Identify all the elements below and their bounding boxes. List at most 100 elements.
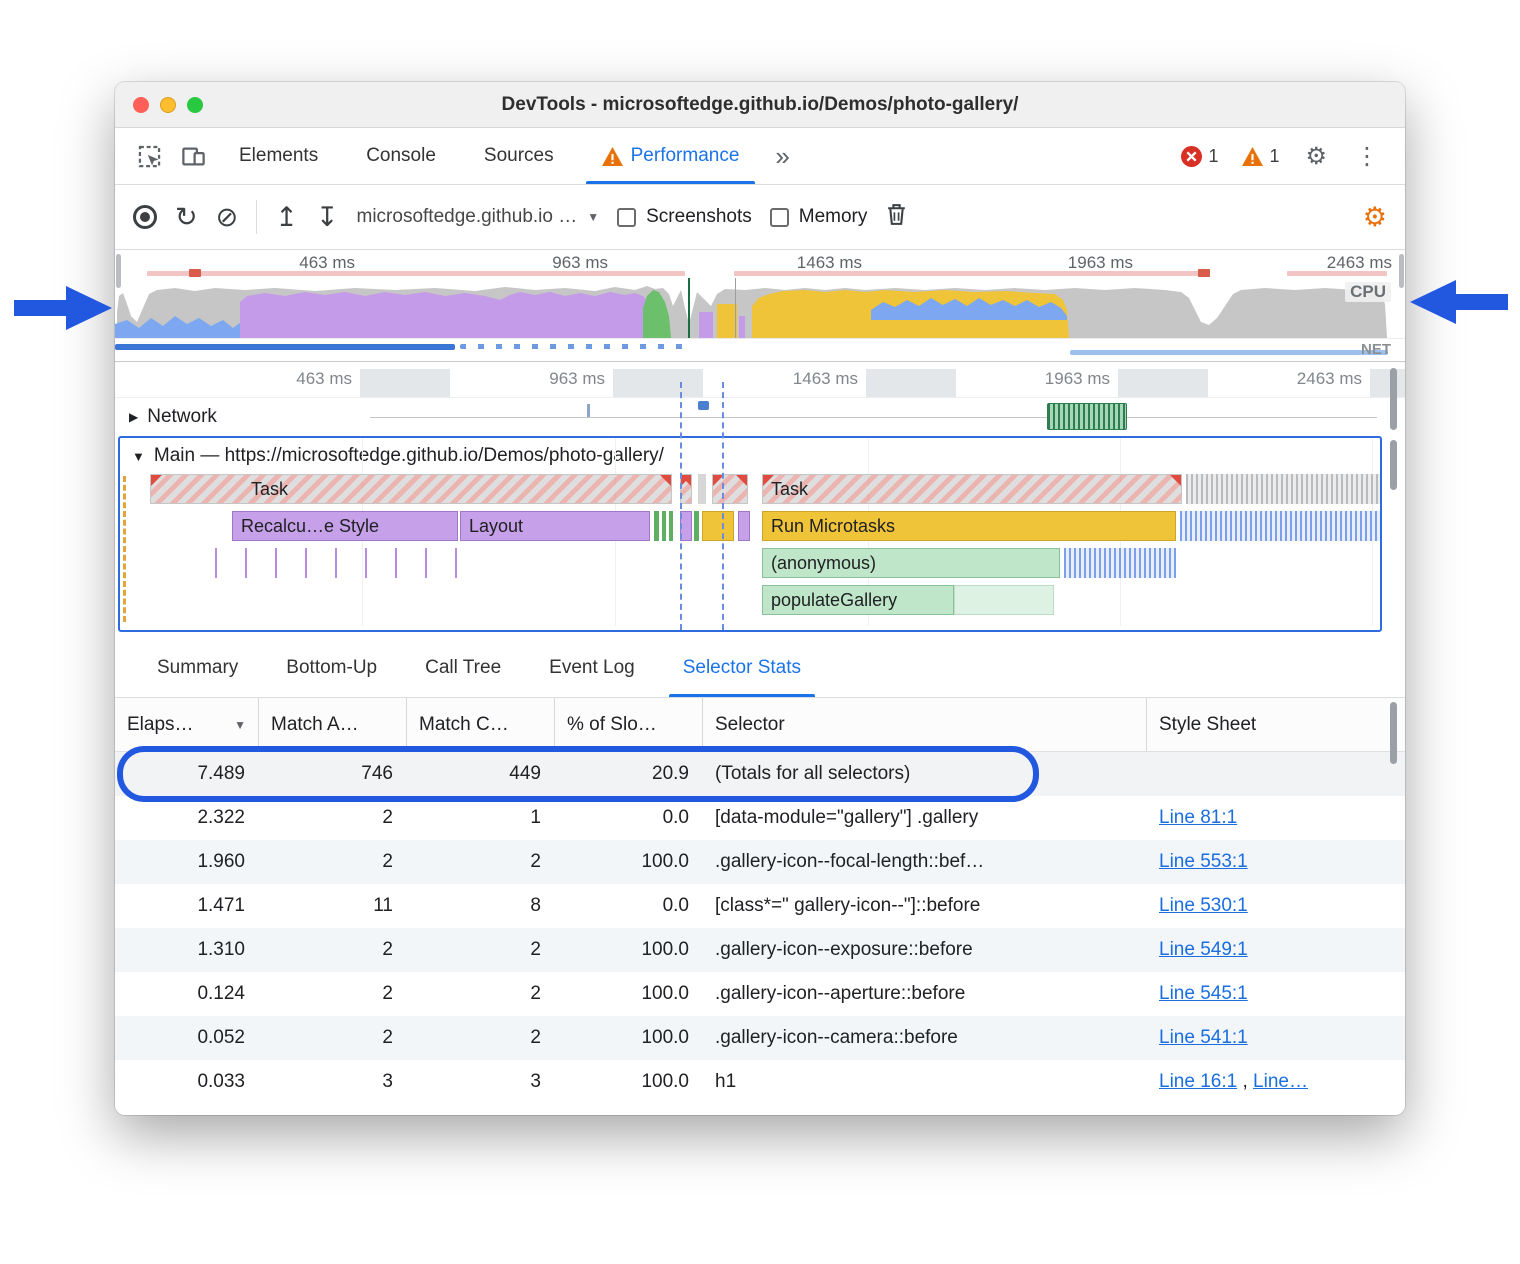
flame-bar-task[interactable]: Task (762, 474, 1182, 504)
flame-bar-anonymous[interactable]: (anonymous) (762, 548, 1060, 578)
scrollbar[interactable] (1390, 440, 1397, 490)
flame-bar[interactable] (702, 511, 734, 541)
stylesheet-link[interactable]: Line 545:1 (1159, 983, 1248, 1004)
network-expander-icon[interactable]: ▶ (129, 410, 138, 424)
column-header-style-sheet[interactable]: Style Sheet (1147, 698, 1383, 751)
flame-bar-task[interactable]: Task (150, 474, 672, 504)
tab-sources[interactable]: Sources (462, 128, 576, 184)
error-count: 1 (1208, 146, 1218, 167)
stylesheet-link[interactable]: Line 81:1 (1159, 807, 1237, 828)
network-request[interactable] (1047, 403, 1127, 430)
tab-performance[interactable]: Performance (580, 128, 762, 184)
tab-event-log[interactable]: Event Log (525, 638, 659, 697)
checkbox-box[interactable] (617, 208, 636, 227)
column-header-slow-pct[interactable]: % of Slo… (555, 698, 703, 751)
stylesheet-link[interactable]: Line 553:1 (1159, 851, 1248, 872)
close-button[interactable] (133, 97, 149, 113)
time-label: 2463 ms (1302, 253, 1392, 273)
cell-stylesheet: Line 541:1 (1147, 1027, 1383, 1049)
table-row[interactable]: 1.96022100.0.gallery-icon--focal-length:… (115, 840, 1405, 884)
network-activity-strip[interactable]: NET (115, 338, 1405, 361)
flame-bar[interactable] (662, 511, 666, 541)
tab-call-tree[interactable]: Call Tree (401, 638, 525, 697)
flame-bar[interactable] (954, 585, 1054, 615)
flame-bar[interactable] (738, 511, 750, 541)
load-profile-icon[interactable]: ↥ (275, 204, 298, 231)
cell-match-attempts: 2 (259, 1027, 407, 1049)
memory-checkbox[interactable]: Memory (770, 206, 868, 228)
column-header-selector[interactable]: Selector (703, 698, 1147, 751)
toolbar-divider (256, 200, 257, 234)
minimize-button[interactable] (160, 97, 176, 113)
stylesheet-link[interactable]: Line 541:1 (1159, 1027, 1248, 1048)
column-header-match-attempts[interactable]: Match A… (259, 698, 407, 751)
stylesheet-link[interactable]: Line… (1253, 1071, 1308, 1092)
kebab-menu-icon[interactable]: ⋮ (1343, 142, 1391, 171)
flame-bar-layout[interactable]: Layout (460, 511, 650, 541)
scrollbar[interactable] (1390, 368, 1397, 430)
main-thread-track[interactable]: ▼ Main — https://microsoftedge.github.io… (118, 436, 1382, 632)
reload-and-record-icon[interactable]: ↻ (175, 204, 198, 231)
overview-right-handle[interactable] (1399, 254, 1404, 288)
device-toolbar-icon[interactable] (173, 136, 213, 176)
timeline-overview[interactable]: 463 ms 963 ms 1463 ms 1963 ms 2463 ms (115, 250, 1405, 362)
table-row[interactable]: 0.05222100.0.gallery-icon--camera::befor… (115, 1016, 1405, 1060)
main-expander-icon[interactable]: ▼ (132, 449, 145, 464)
table-row[interactable]: 2.322210.0[data-module="gallery"] .galle… (115, 796, 1405, 840)
column-header-elapsed[interactable]: Elaps…▼ (115, 698, 259, 751)
collect-garbage-icon[interactable] (885, 202, 908, 232)
stylesheet-link[interactable]: Line 549:1 (1159, 939, 1248, 960)
time-label: 463 ms (265, 253, 355, 273)
flame-bar-populate-gallery[interactable]: populateGallery (762, 585, 954, 615)
annotation-highlight-ring (117, 746, 1039, 802)
table-row[interactable]: 1.4711180.0[class*=" gallery-icon--"]::b… (115, 884, 1405, 928)
table-row[interactable]: 0.12422100.0.gallery-icon--aperture::bef… (115, 972, 1405, 1016)
flame-bar-run-microtasks[interactable]: Run Microtasks (762, 511, 1176, 541)
scrollbar[interactable] (1390, 702, 1397, 764)
overview-left-handle[interactable] (116, 254, 121, 288)
error-badge[interactable]: 1 (1171, 146, 1228, 167)
record-button[interactable] (133, 205, 157, 229)
time-label: 1963 ms (1043, 253, 1133, 273)
save-profile-icon[interactable]: ↧ (316, 204, 339, 231)
flame-bar[interactable] (669, 511, 673, 541)
flame-bar-cluster[interactable] (1180, 511, 1382, 541)
screenshots-checkbox[interactable]: Screenshots (617, 206, 752, 228)
column-header-match-count[interactable]: Match C… (407, 698, 555, 751)
capture-settings-gear-icon[interactable]: ⚙ (1363, 202, 1387, 233)
ruler-tick (1118, 369, 1208, 397)
flame-bar-task[interactable] (712, 474, 748, 504)
zoom-button[interactable] (187, 97, 203, 113)
cell-stylesheet: Line 553:1 (1147, 851, 1383, 873)
flame-bar[interactable] (694, 511, 699, 541)
flame-bar-cluster[interactable] (1186, 474, 1382, 504)
more-tabs-icon[interactable]: » (765, 141, 799, 172)
flame-bar-cluster[interactable] (1064, 548, 1176, 578)
tab-selector-stats[interactable]: Selector Stats (659, 638, 825, 697)
tab-elements[interactable]: Elements (217, 128, 340, 184)
checkbox-box[interactable] (770, 208, 789, 227)
network-track-label: Network (147, 406, 217, 428)
flame-bar-cluster[interactable] (215, 548, 465, 578)
flame-bar[interactable] (698, 474, 706, 504)
clear-recording-icon[interactable]: ⊘ (216, 204, 239, 231)
table-row[interactable]: 0.03333100.0h1Line 16:1 , Line… (115, 1060, 1405, 1104)
settings-gear-icon[interactable]: ⚙ (1293, 142, 1339, 171)
stylesheet-link[interactable]: Line 530:1 (1159, 895, 1248, 916)
flame-chart[interactable]: Task Task Recalcu…e Style Layout Run Mic… (120, 474, 1380, 626)
tab-summary[interactable]: Summary (133, 638, 262, 697)
flame-bar[interactable] (654, 511, 659, 541)
table-row[interactable]: 1.31022100.0.gallery-icon--exposure::bef… (115, 928, 1405, 972)
stylesheet-link[interactable]: Line 16:1 (1159, 1071, 1237, 1092)
network-track[interactable]: ▶ Network (115, 398, 1405, 436)
warning-badge[interactable]: 1 (1232, 146, 1289, 167)
tab-bottom-up[interactable]: Bottom-Up (262, 638, 401, 697)
net-label: NET (1361, 341, 1391, 358)
profile-select[interactable]: microsoftedge.github.io … ▼ (357, 206, 600, 228)
inspect-element-icon[interactable] (129, 136, 169, 176)
flame-bar-recalculate-style[interactable]: Recalcu…e Style (232, 511, 458, 541)
network-request[interactable] (587, 404, 590, 417)
tab-console[interactable]: Console (344, 128, 458, 184)
network-request[interactable] (698, 401, 709, 410)
cpu-activity-chart[interactable]: CPU (115, 278, 1405, 338)
